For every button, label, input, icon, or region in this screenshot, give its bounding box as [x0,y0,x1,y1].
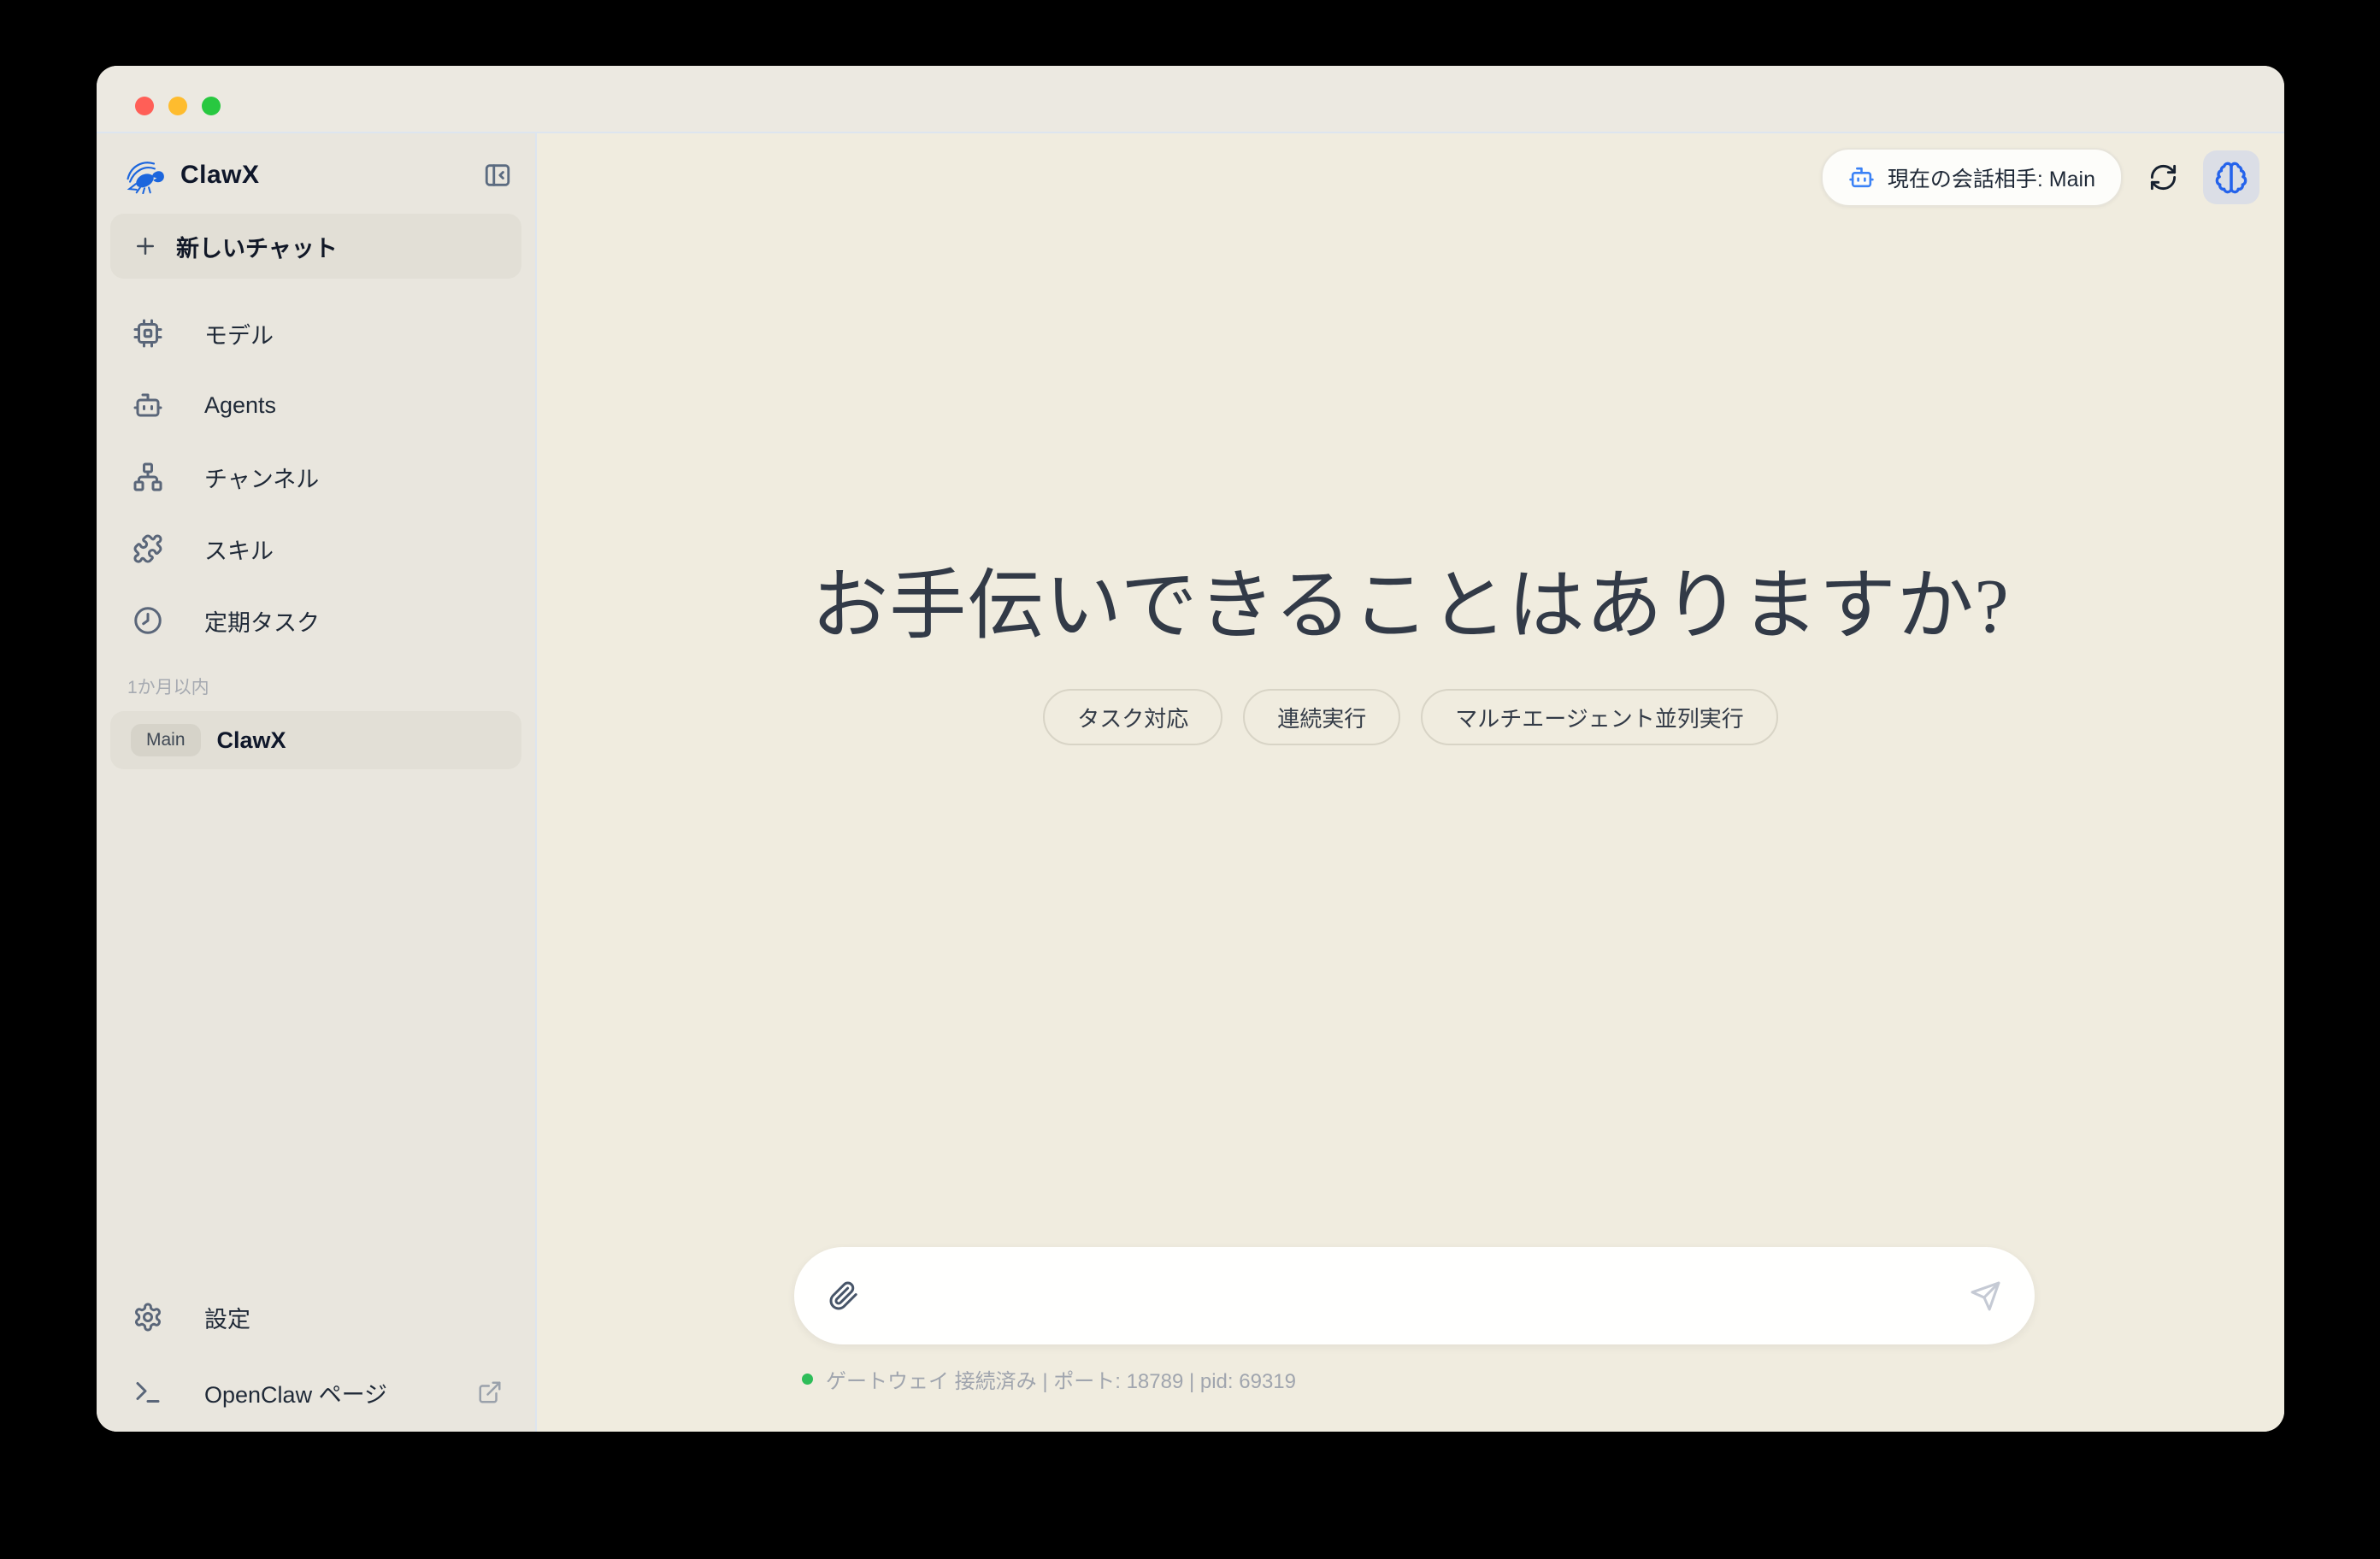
cpu-icon [133,318,163,349]
plus-icon [133,233,158,259]
current-agent-label: 現在の会話相手: Main [1888,162,2095,193]
puzzle-icon [133,533,163,564]
gear-icon [133,1302,163,1333]
lobster-logo-icon [122,156,167,194]
new-chat-label: 新しいチャット [176,230,338,263]
sidebar-item-scheduled-tasks[interactable]: 定期タスク [97,585,535,656]
sidebar-collapse-button[interactable] [479,156,516,194]
headline: お手伝いできることはありますか? [537,561,2284,653]
refresh-button[interactable] [2143,158,2183,197]
sidebar-item-openclaw-page[interactable]: OpenClaw ページ [97,1355,535,1430]
attach-button[interactable] [825,1277,863,1315]
refresh-icon [2148,162,2178,192]
zoom-button[interactable] [202,97,221,115]
logo-row: ClawX [122,155,516,196]
brain-icon [2214,161,2248,195]
history-item-label: ClawX [217,727,286,754]
sidebar-item-label: スキル [204,532,274,566]
chip-task-support[interactable]: タスク対応 [1043,689,1222,745]
chip-multi-agent-parallel[interactable]: マルチエージェント並列実行 [1421,689,1777,745]
message-input[interactable] [880,1269,1949,1322]
send-button[interactable] [1966,1277,2004,1315]
content-row: ClawX 新しいチャット [97,133,2284,1432]
robot-icon [133,390,163,421]
app-window: ClawX 新しいチャット [97,66,2284,1432]
screen: ClawX 新しいチャット [0,0,2380,1559]
paperclip-icon [828,1280,859,1311]
clock-icon [133,605,163,636]
app-name: ClawX [180,161,260,190]
main-area: 現在の会話相手: Main [537,133,2284,1432]
sidebar-item-channels[interactable]: チャンネル [97,441,535,513]
sidebar-item-label: 定期タスク [204,604,320,638]
sidebar-item-label: Agents [204,392,276,419]
robot-icon [1848,164,1875,191]
history-item-clawx[interactable]: Main ClawX [110,711,521,769]
panel-collapse-icon [483,161,512,190]
sidebar-item-agents[interactable]: Agents [97,369,535,441]
sidebar-item-label: モデル [204,317,274,350]
terminal-icon [133,1377,163,1408]
sidebar-nav: モデル Agents [97,297,535,656]
header-controls: 現在の会話相手: Main [1821,148,2259,207]
close-button[interactable] [135,97,154,115]
sidebar-spacer [97,769,535,1280]
network-icon [133,462,163,492]
sidebar: ClawX 新しいチャット [97,133,537,1432]
composer [794,1247,2035,1344]
minimize-button[interactable] [168,97,187,115]
sidebar-item-label: チャンネル [204,461,319,494]
external-link-icon [477,1380,503,1405]
sidebar-item-models[interactable]: モデル [97,297,535,369]
gateway-status-text: ゲートウェイ 接続済み | ポート: 18789 | pid: 69319 [826,1364,1296,1394]
chip-continuous-run[interactable]: 連続実行 [1243,689,1400,745]
current-agent-pill[interactable]: 現在の会話相手: Main [1821,148,2123,207]
hero: お手伝いできることはありますか? タスク対応 連続実行 マルチエージェント並列実… [537,561,2284,745]
titlebar [97,66,2284,133]
traffic-lights [135,97,221,115]
history-section-label: 1か月以内 [127,674,535,699]
send-icon [1970,1280,2001,1312]
gateway-statusbar: ゲートウェイ 接続済み | ポート: 18789 | pid: 69319 [802,1364,1296,1394]
sidebar-footer: 設定 OpenClaw ページ [97,1280,535,1432]
brain-button[interactable] [2203,150,2259,204]
openclaw-label: OpenClaw ページ [204,1376,387,1409]
sidebar-item-skills[interactable]: スキル [97,513,535,585]
settings-label: 設定 [204,1301,250,1334]
status-dot [802,1374,813,1385]
sidebar-item-settings[interactable]: 設定 [97,1280,535,1355]
suggestion-chips: タスク対応 連続実行 マルチエージェント並列実行 [537,689,2284,745]
new-chat-button[interactable]: 新しいチャット [110,214,521,279]
history-badge: Main [131,724,201,756]
